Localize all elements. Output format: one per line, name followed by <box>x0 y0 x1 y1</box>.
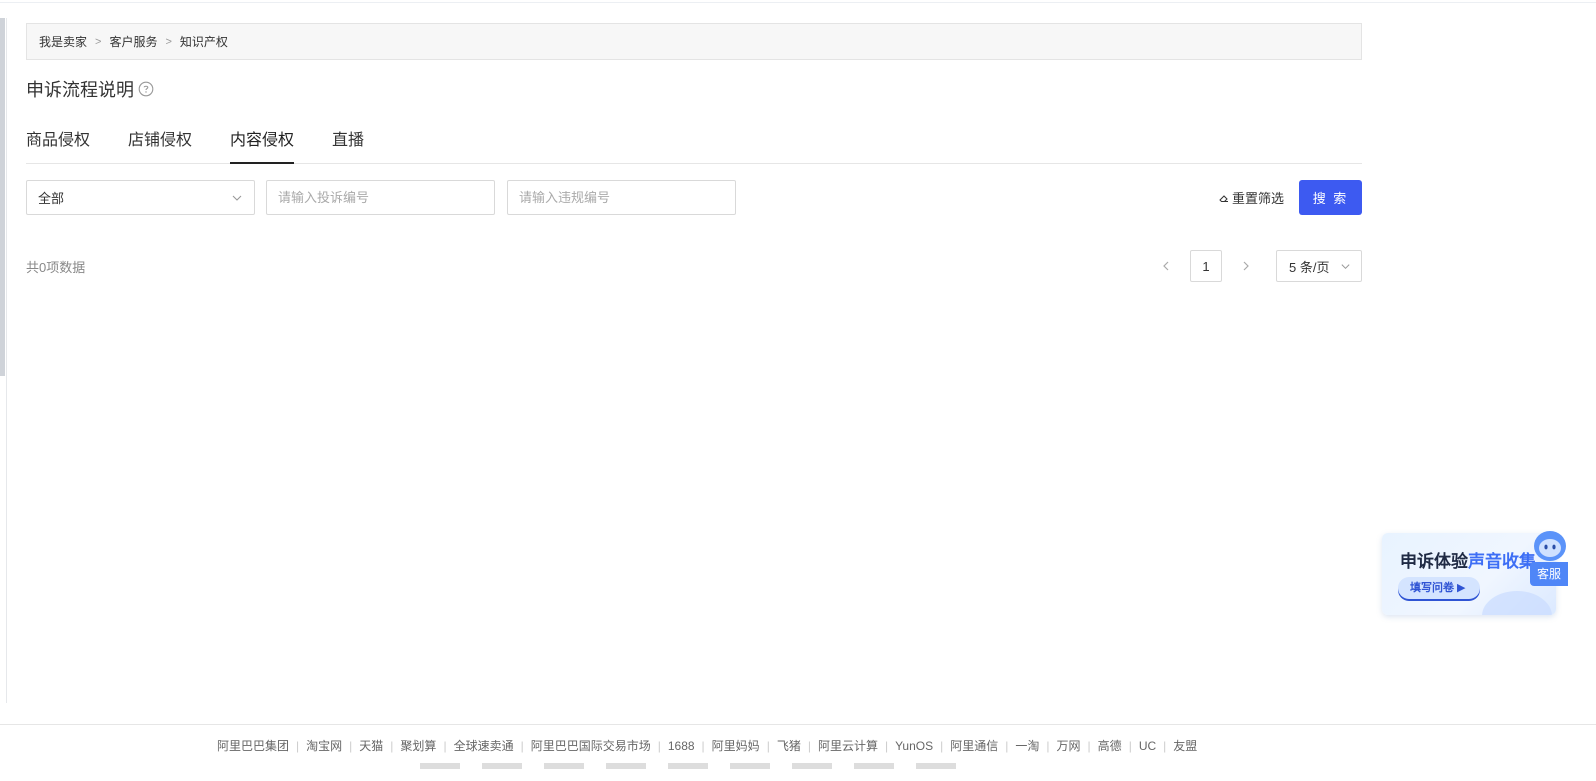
next-page-button[interactable] <box>1236 250 1256 282</box>
footer-separator: | <box>807 738 811 753</box>
footer-separator: | <box>701 738 705 753</box>
breadcrumb-item-service[interactable]: 客户服务 <box>109 33 157 50</box>
reset-filter-button[interactable]: 重置筛选 <box>1218 180 1284 215</box>
reset-filter-label: 重置筛选 <box>1232 191 1285 206</box>
footer-separator: | <box>940 738 944 753</box>
footer-link[interactable]: 阿里云计算 <box>818 737 878 754</box>
footer-link[interactable]: 阿里巴巴国际交易市场 <box>531 737 651 754</box>
breadcrumb-separator: > <box>95 35 102 48</box>
breadcrumb-item-ip: 知识产权 <box>179 35 228 49</box>
prev-page-button[interactable] <box>1156 250 1176 282</box>
breadcrumb: 我是卖家 > 客户服务 > 知识产权 <box>26 23 1362 60</box>
status-select[interactable]: 全部 <box>26 180 255 215</box>
footer-divider <box>0 724 1596 725</box>
banner-title-highlight: 声音收集 <box>1468 552 1536 571</box>
filter-bar: 全部 重置筛选 搜 索 <box>26 180 1362 215</box>
footer-separator: | <box>1087 738 1091 753</box>
page-title-row: 申诉流程说明 <box>26 76 154 102</box>
violation-id-input[interactable] <box>507 180 736 215</box>
decorative-circle <box>1482 591 1552 615</box>
footer-separator: | <box>1046 738 1050 753</box>
footer-links: 阿里巴巴集团 | 淘宝网 | 天猫 | 聚划算 | 全球速卖通 | 阿里巴巴国际交易市场 | 1688 |… <box>217 737 1197 754</box>
footer-link[interactable]: 万网 <box>1057 737 1081 754</box>
chevron-left-icon <box>1163 261 1169 271</box>
footer-separator: | <box>296 738 300 753</box>
left-divider <box>6 18 7 703</box>
banner-title: 申诉体验声音收集 <box>1400 547 1536 572</box>
top-divider <box>0 2 1596 3</box>
footer-separator: | <box>766 738 770 753</box>
scrollbar-thumb[interactable] <box>0 18 5 376</box>
footer-separator: | <box>884 738 889 753</box>
help-icon[interactable] <box>138 81 154 97</box>
eraser-icon <box>1219 194 1228 202</box>
page-number-current[interactable]: 1 <box>1190 250 1222 282</box>
page-title: 申诉流程说明 <box>26 80 134 100</box>
breadcrumb-separator: > <box>165 35 172 48</box>
total-count: 共0项数据 <box>26 260 86 275</box>
chevron-down-icon <box>1341 263 1350 269</box>
breadcrumb-item-seller[interactable]: 我是卖家 <box>39 33 87 50</box>
tab-product-infringement[interactable]: 商品侵权 <box>26 120 90 164</box>
footer-link[interactable]: 淘宝网 <box>306 737 342 754</box>
complaint-id-input[interactable] <box>266 180 495 215</box>
footer-separator: | <box>520 738 524 753</box>
tab-store-infringement[interactable]: 店铺侵权 <box>128 120 192 164</box>
footer-link[interactable]: 一淘 <box>1015 737 1039 754</box>
footer-link[interactable]: 高德 <box>1098 737 1122 754</box>
pagination: 1 <box>1156 250 1256 282</box>
footer-link[interactable]: 1688 <box>668 739 695 753</box>
fill-survey-button[interactable]: 填写问卷 ▶ <box>1398 577 1480 599</box>
tab-content-infringement[interactable]: 内容侵权 <box>230 120 295 164</box>
footer-link[interactable]: 阿里通信 <box>950 737 998 754</box>
status-select-value: 全部 <box>38 191 65 206</box>
footer-separator: | <box>1005 738 1009 753</box>
footer-link[interactable]: 友盟 <box>1173 737 1197 754</box>
banner-title-main: 申诉体验 <box>1400 552 1468 571</box>
footer-separator: | <box>1128 738 1132 753</box>
footer-link[interactable]: 飞猪 <box>777 737 801 754</box>
tab-live[interactable]: 直播 <box>332 120 364 164</box>
footer-link[interactable]: 全球速卖通 <box>454 737 514 754</box>
footer-link[interactable]: 阿里巴巴集团 <box>217 737 289 754</box>
footer-separator: | <box>443 738 447 753</box>
footer-link[interactable]: UC <box>1139 739 1156 753</box>
footer-link[interactable]: YunOS <box>895 739 933 753</box>
customer-service-label[interactable]: 客服 <box>1530 562 1568 586</box>
footer-separator: | <box>657 738 661 753</box>
footer-separator: | <box>1163 738 1167 753</box>
footer-links-row-2-clipped <box>420 763 980 769</box>
chevron-down-icon <box>232 195 242 201</box>
footer-separator: | <box>349 738 353 753</box>
page-size-value: 5 条/页 <box>1289 259 1330 275</box>
footer-link[interactable]: 阿里妈妈 <box>712 737 760 754</box>
footer-separator: | <box>390 738 394 753</box>
chevron-right-icon <box>1243 261 1249 271</box>
footer-link[interactable]: 天猫 <box>359 737 383 754</box>
search-button[interactable]: 搜 索 <box>1299 180 1362 215</box>
page-size-select[interactable]: 5 条/页 <box>1276 250 1362 282</box>
footer-link[interactable]: 聚划算 <box>400 737 436 754</box>
tab-bar: 商品侵权 店铺侵权 内容侵权 直播 <box>26 120 1362 164</box>
